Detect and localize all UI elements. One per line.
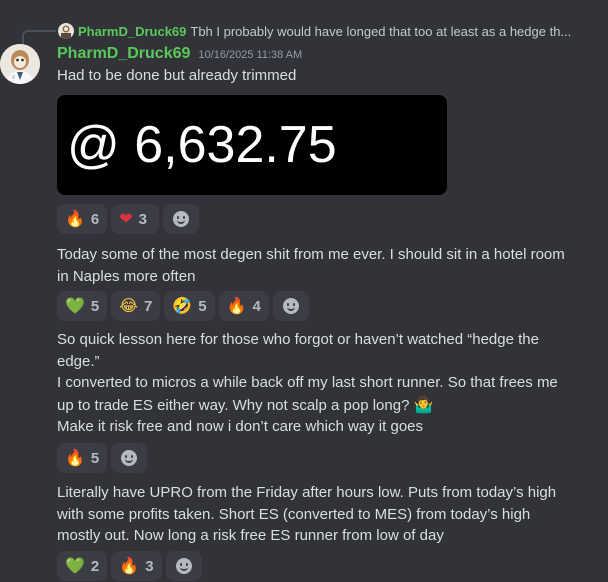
reaction-count: 5 (90, 449, 100, 467)
reaction-count: 4 (252, 297, 261, 315)
message-line-text: up to trade ES either way. Why not scalp… (57, 396, 410, 414)
message-line: Make it risk free and now i don’t care w… (57, 418, 423, 435)
reply-preview[interactable]: PharmD_Druck69 Tbh I probably would have… (58, 22, 598, 40)
reaction-count: 5 (198, 297, 207, 315)
reaction-tears-of-joy[interactable]: 😂 7 (111, 291, 161, 321)
price-image-embed[interactable]: @ 6,632.75 (57, 95, 447, 195)
tears-of-joy-icon: 😂 (119, 296, 138, 315)
reaction-bar: 💚 2 🔥 3 (57, 551, 202, 581)
fire-icon: 🔥 (65, 448, 85, 467)
man-shrugging-icon: 🤷‍♂️ (413, 394, 434, 414)
reply-text[interactable]: Tbh I probably would have longed that to… (190, 24, 571, 39)
fire-icon: 🔥 (226, 296, 247, 315)
reaction-count: 3 (138, 210, 148, 228)
message-text: So quick lesson here for those who forgo… (57, 329, 587, 438)
message-line: So quick lesson here for those who forgo… (57, 331, 539, 348)
add-reaction-icon (282, 298, 299, 314)
reaction-count: 6 (90, 210, 100, 228)
reaction-green-heart[interactable]: 💚 5 (57, 291, 108, 321)
reaction-red-heart[interactable]: ❤ 3 (111, 204, 160, 234)
reaction-count: 5 (90, 297, 100, 315)
add-reaction-button[interactable] (111, 443, 148, 473)
message-line: Had to be done but already trimmed (57, 67, 297, 84)
message-line: with some profits taken. Short ES (conve… (57, 505, 531, 523)
reaction-fire[interactable]: 🔥 3 (111, 551, 162, 581)
reaction-bar: 🔥 5 (57, 443, 148, 473)
username[interactable]: PharmD_Druck69 (57, 45, 190, 63)
message-line: Today some of the most degen shit from m… (57, 246, 565, 263)
reply-username[interactable]: PharmD_Druck69 (78, 24, 186, 39)
reply-connector (22, 30, 56, 44)
message-text: Today some of the most degen shit from m… (57, 244, 587, 287)
fire-icon: 🔥 (65, 209, 85, 228)
reaction-bar: 🔥 6 ❤ 3 (57, 204, 200, 234)
reaction-count: 3 (145, 557, 154, 575)
add-reaction-icon (173, 211, 190, 227)
fire-icon: 🔥 (119, 556, 140, 575)
reaction-green-heart[interactable]: 💚 2 (57, 551, 108, 581)
red-heart-icon: ❤ (119, 209, 133, 228)
message-header: PharmD_Druck69 10/16/2025 11:38 AM (57, 45, 302, 63)
timestamp[interactable]: 10/16/2025 11:38 AM (198, 49, 302, 61)
reaction-fire[interactable]: 🔥 6 (57, 204, 108, 234)
reaction-count: 7 (143, 297, 153, 315)
add-reaction-icon (175, 558, 192, 574)
message-text: Had to be done but already trimmed (57, 65, 587, 87)
message-text: Literally have UPRO from the Friday afte… (57, 482, 587, 547)
rofl-icon: 🤣 (172, 296, 193, 315)
avatar[interactable] (0, 44, 40, 84)
reaction-fire[interactable]: 🔥 5 (57, 443, 108, 473)
add-reaction-button[interactable] (165, 551, 202, 581)
message-line: I converted to micros a while back off m… (57, 374, 558, 391)
embed-price-text: @ 6,632.75 (67, 116, 337, 174)
add-reaction-button[interactable] (163, 204, 200, 234)
add-reaction-icon (121, 450, 138, 466)
message-line: Literally have UPRO from the Friday afte… (57, 484, 557, 501)
reaction-fire[interactable]: 🔥 4 (218, 291, 269, 321)
message-line: up to trade ES either way. Why not scalp… (57, 394, 587, 417)
reaction-count: 2 (90, 557, 100, 575)
reaction-rofl[interactable]: 🤣 5 (164, 291, 215, 321)
message-line: edge.” (57, 352, 100, 370)
message-line: mostly out. Now long a risk free ES runn… (57, 527, 444, 544)
message-line: in Naples more often (57, 267, 196, 285)
reaction-bar: 💚 5 😂 7 🤣 5 🔥 4 (57, 291, 309, 321)
green-heart-icon: 💚 (65, 556, 85, 575)
reply-avatar[interactable] (58, 23, 74, 39)
green-heart-icon: 💚 (65, 296, 85, 315)
add-reaction-button[interactable] (272, 291, 309, 321)
